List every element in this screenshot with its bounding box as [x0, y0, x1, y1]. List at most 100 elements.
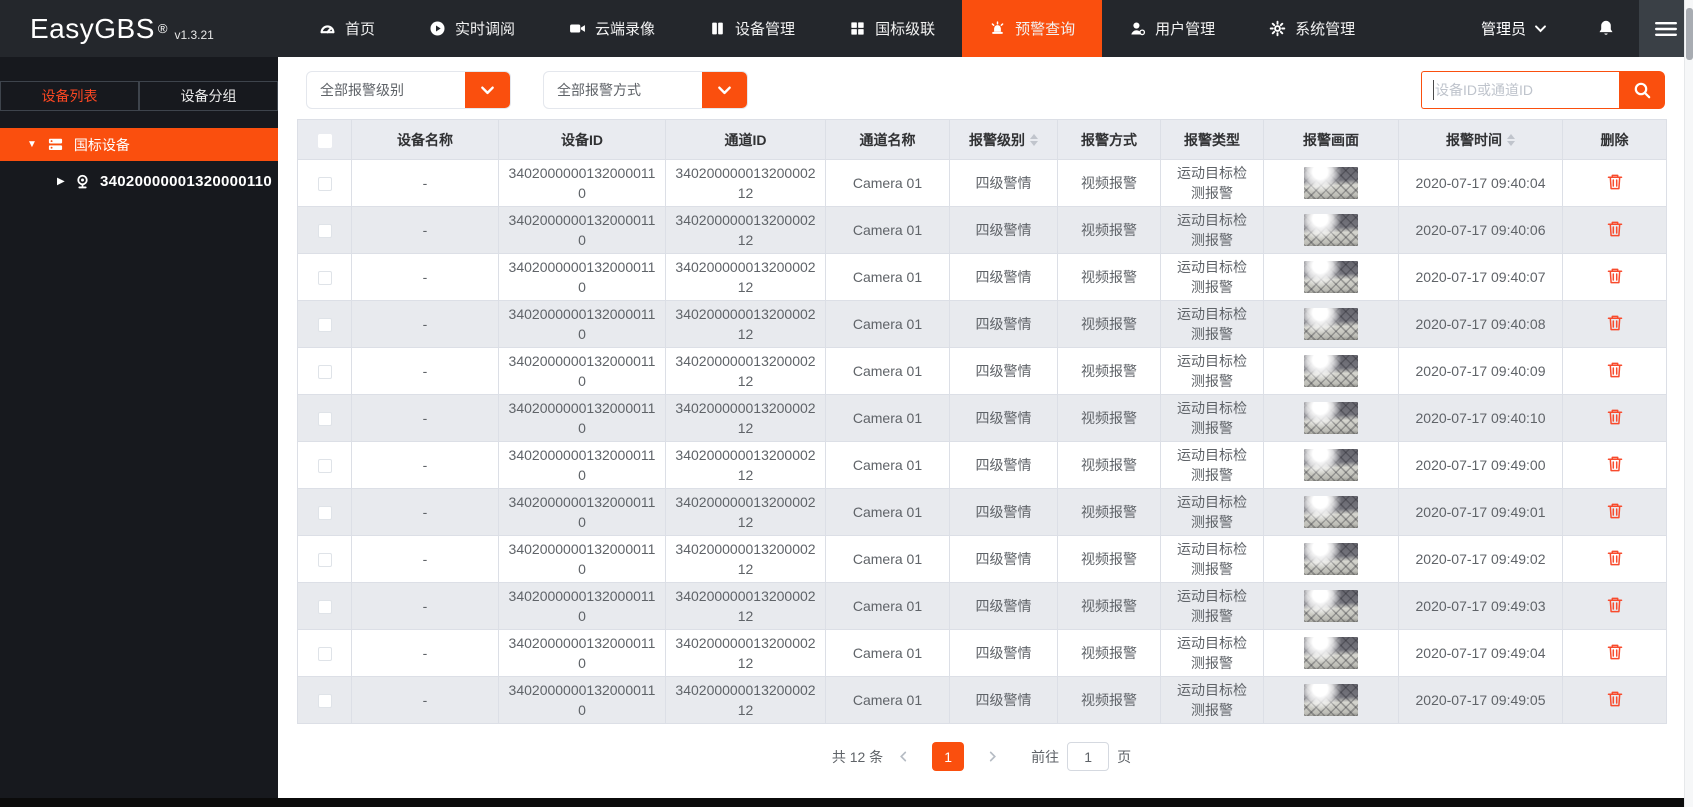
next-page-button[interactable]	[987, 751, 998, 762]
nav-item-home[interactable]: 首页	[292, 0, 402, 57]
sort-icon[interactable]	[1507, 133, 1515, 146]
alarm-level-dropdown-button[interactable]	[465, 72, 510, 108]
alarm-method-value: 视频报警	[1081, 551, 1137, 567]
channel-name-value: Camera 01	[852, 222, 923, 238]
tree-group-gb-devices[interactable]: ▼ 国标设备	[0, 128, 278, 161]
cell-delete	[1562, 206, 1667, 254]
cell-alarm-level: 四级警情	[949, 441, 1058, 489]
alarm-level-select[interactable]: 全部报警级别	[306, 71, 511, 109]
cell-device-id: 34020000001320000110	[498, 535, 666, 583]
row-checkbox[interactable]	[317, 412, 332, 427]
notifications-button[interactable]	[1573, 0, 1639, 57]
delete-button[interactable]	[1607, 314, 1623, 335]
cell-alarm-method: 视频报警	[1057, 300, 1161, 348]
delete-button[interactable]	[1607, 690, 1623, 711]
alarm-thumbnail[interactable]	[1304, 214, 1358, 246]
row-checkbox[interactable]	[317, 459, 332, 474]
alarm-thumbnail[interactable]	[1304, 167, 1358, 199]
cell-checkbox	[297, 300, 352, 348]
alarm-thumbnail[interactable]	[1304, 543, 1358, 575]
alarm-time-value: 2020-07-17 09:40:07	[1415, 269, 1546, 285]
delete-button[interactable]	[1607, 361, 1623, 382]
alarm-thumbnail[interactable]	[1304, 449, 1358, 481]
alarm-thumbnail[interactable]	[1304, 637, 1358, 669]
row-checkbox[interactable]	[317, 318, 332, 333]
cell-channel-id: 34020000001320000212	[665, 347, 826, 395]
alarm-method-dropdown-button[interactable]	[702, 72, 747, 108]
cell-alarm-level: 四级警情	[949, 253, 1058, 301]
cell-alarm-type: 运动目标检测报警	[1160, 582, 1264, 630]
caret-right-icon: ▶	[57, 175, 65, 187]
delete-button[interactable]	[1607, 408, 1623, 429]
delete-button[interactable]	[1607, 173, 1623, 194]
admin-dropdown[interactable]: 管理员	[1455, 0, 1573, 57]
top-navbar: EasyGBS ® v1.3.21 首页 实时调阅 云端录像 设备管理 国标级联…	[0, 0, 1693, 57]
row-checkbox[interactable]	[317, 694, 332, 709]
row-checkbox[interactable]	[317, 271, 332, 286]
row-checkbox[interactable]	[317, 647, 332, 662]
cell-device-id: 34020000001320000110	[498, 441, 666, 489]
delete-button[interactable]	[1607, 596, 1623, 617]
tree-device-item[interactable]: ▶ 34020000001320000110	[0, 161, 278, 201]
row-checkbox[interactable]	[317, 600, 332, 615]
goto-page-input[interactable]	[1067, 742, 1110, 771]
alarm-time-value: 2020-07-17 09:40:04	[1415, 175, 1546, 191]
search-button[interactable]	[1619, 71, 1665, 109]
delete-button[interactable]	[1607, 267, 1623, 288]
row-checkbox[interactable]	[317, 365, 332, 380]
delete-button[interactable]	[1607, 502, 1623, 523]
page-scrollbar[interactable]	[1684, 0, 1693, 807]
cell-device-id: 34020000001320000110	[498, 394, 666, 442]
header-alarm-image: 报警画面	[1263, 119, 1399, 160]
alarm-thumbnail[interactable]	[1304, 496, 1358, 528]
alarm-method-select[interactable]: 全部报警方式	[543, 71, 748, 109]
delete-button[interactable]	[1607, 643, 1623, 664]
alarm-method-value: 视频报警	[1081, 175, 1137, 191]
scrollbar-thumb[interactable]	[1686, 8, 1693, 60]
alarm-thumbnail[interactable]	[1304, 261, 1358, 293]
cell-alarm-method: 视频报警	[1057, 629, 1161, 677]
alarm-thumbnail[interactable]	[1304, 355, 1358, 387]
row-checkbox[interactable]	[317, 506, 332, 521]
sort-icon[interactable]	[1030, 133, 1038, 146]
alarm-level-value: 四级警情	[975, 175, 1032, 191]
cell-delete	[1562, 394, 1667, 442]
channel-id-value: 34020000001320000212	[675, 400, 816, 436]
alarm-thumbnail[interactable]	[1304, 590, 1358, 622]
alarm-thumbnail[interactable]	[1304, 402, 1358, 434]
select-all-checkbox[interactable]	[317, 133, 332, 148]
tab-device-group[interactable]: 设备分组	[139, 81, 278, 111]
prev-page-button[interactable]	[898, 751, 909, 762]
webcam-icon	[77, 174, 88, 188]
row-checkbox[interactable]	[317, 224, 332, 239]
alarm-time-value: 2020-07-17 09:49:01	[1415, 504, 1546, 520]
alarm-thumbnail[interactable]	[1304, 684, 1358, 716]
nav-item-alarm-query[interactable]: 预警查询	[962, 0, 1103, 57]
alarm-level-value: 四级警情	[975, 551, 1032, 567]
nav-item-gb-cascade[interactable]: 国标级联	[822, 0, 962, 57]
total-count-label: 共 12 条	[831, 748, 884, 765]
alarm-table: 设备名称 设备ID 通道ID 通道名称 报警级别 报警方式 报警类型 报警画面	[297, 119, 1667, 724]
alarm-method-value: 视频报警	[1081, 645, 1137, 661]
page-1-button[interactable]: 1	[932, 742, 965, 771]
nav-label: 预警查询	[1015, 21, 1076, 38]
nav-item-cloud-record[interactable]: 云端录像	[542, 0, 682, 57]
alarm-thumbnail[interactable]	[1304, 308, 1358, 340]
chevron-right-icon	[990, 751, 997, 762]
table-row: - 34020000001320000110 34020000001320000…	[297, 159, 1667, 207]
alarm-table-body: - 34020000001320000110 34020000001320000…	[297, 159, 1667, 724]
goto-page-group: 前往 页	[1031, 742, 1131, 771]
row-checkbox[interactable]	[317, 177, 332, 192]
nav-item-user-manage[interactable]: 用户管理	[1102, 0, 1242, 57]
nav-item-system-manage[interactable]: 系统管理	[1242, 0, 1382, 57]
table-row: - 34020000001320000110 34020000001320000…	[297, 441, 1667, 489]
search-input[interactable]	[1421, 71, 1619, 109]
delete-button[interactable]	[1607, 455, 1623, 476]
nav-item-device-manage[interactable]: 设备管理	[682, 0, 822, 57]
delete-button[interactable]	[1607, 220, 1623, 241]
alarm-time-value: 2020-07-17 09:40:10	[1415, 410, 1546, 426]
delete-button[interactable]	[1607, 549, 1623, 570]
tab-device-list[interactable]: 设备列表	[0, 81, 139, 111]
nav-item-live-view[interactable]: 实时调阅	[402, 0, 542, 57]
row-checkbox[interactable]	[317, 553, 332, 568]
